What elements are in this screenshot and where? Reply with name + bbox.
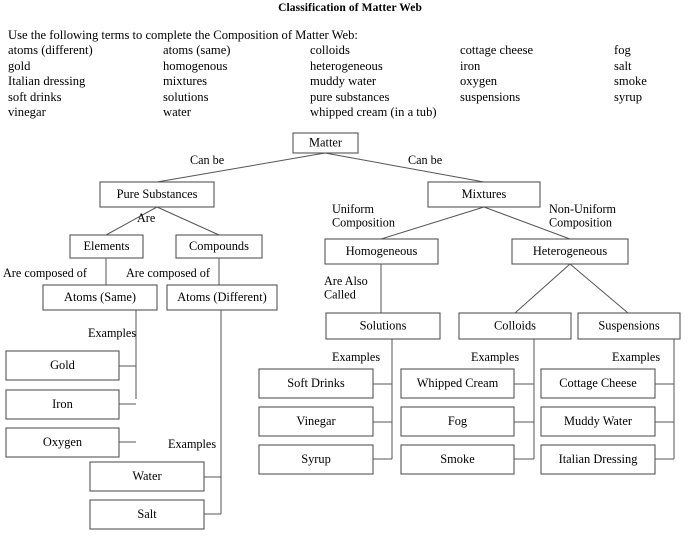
node-label-soft-drinks: Soft Drinks: [287, 376, 345, 390]
edge-label-examples-elements: Examples: [88, 326, 136, 340]
node-label-salt: Salt: [137, 507, 157, 521]
connector-pure-to-compounds: [156, 206, 220, 236]
node-label-suspensions: Suspensions: [598, 318, 659, 332]
node-oxygen: Oxygen: [5, 427, 120, 458]
node-elements: Elements: [69, 234, 144, 259]
edge-label-can-be-left: Can be: [190, 153, 224, 167]
edge-label-are-also-called: Are Also Called: [324, 274, 368, 302]
node-label-homogeneous: Homogeneous: [346, 244, 418, 258]
edge-label-non-uniform: Non-Uniform Composition: [549, 202, 617, 230]
node-smoke: Smoke: [400, 444, 515, 475]
edge-label-examples-solutions: Examples: [332, 350, 380, 364]
edge-label-composed-of-left: Are composed of: [3, 266, 88, 280]
node-solutions: Solutions: [325, 312, 441, 340]
edge-label-line: Are composed of: [126, 266, 211, 280]
edge-label-line: Are composed of: [3, 266, 88, 280]
connector-hetero-to-colloids: [514, 263, 571, 314]
node-water: Water: [89, 461, 205, 492]
node-label-oxygen: Oxygen: [43, 435, 82, 449]
node-label-iron: Iron: [52, 397, 73, 411]
edge-label-can-be-right: Can be: [408, 153, 442, 167]
node-soft-drinks: Soft Drinks: [258, 368, 374, 399]
matter-classification-diagram: Matter Pure Substances Mixtures Elements Com…: [3, 132, 681, 530]
node-muddy-water: Muddy Water: [540, 406, 656, 437]
node-atoms-same: Atoms (Same): [42, 284, 158, 311]
edge-label-line: Can be: [190, 153, 224, 167]
edge-label-are: Are: [137, 211, 155, 225]
edge-label-examples-compounds: Examples: [168, 437, 216, 451]
edge-label-uniform: Uniform Composition: [332, 202, 395, 230]
node-label-atoms-same: Atoms (Same): [64, 290, 136, 304]
edge-label-line: Are Also: [324, 274, 368, 288]
node-label-matter: Matter: [309, 135, 343, 149]
edge-label-line: Composition: [332, 216, 395, 230]
node-label-atoms-different: Atoms (Different): [177, 290, 267, 304]
node-atoms-different: Atoms (Different): [166, 284, 278, 311]
node-compounds: Compounds: [175, 234, 263, 259]
node-whipped-cream: Whipped Cream: [400, 368, 515, 399]
edge-label-line: Are: [137, 211, 155, 225]
connector-hetero-to-suspensions: [569, 263, 629, 314]
edge-label-line: Examples: [88, 326, 136, 340]
edge-label-composed-of-right: Are composed of: [126, 266, 211, 280]
node-label-mixtures: Mixtures: [462, 187, 507, 201]
node-suspensions: Suspensions: [577, 312, 681, 340]
node-salt: Salt: [89, 499, 205, 530]
node-label-pure-substances: Pure Substances: [117, 187, 198, 201]
connector-matter-to-mixtures: [324, 152, 485, 183]
edge-label-line: Uniform: [332, 202, 374, 216]
node-label-syrup: Syrup: [301, 452, 331, 466]
edge-label-line: Non-Uniform: [549, 202, 617, 216]
edge-label-examples-colloids: Examples: [471, 350, 519, 364]
node-colloids: Colloids: [458, 312, 572, 340]
edge-label-line: Examples: [168, 437, 216, 451]
node-mixtures: Mixtures: [427, 181, 541, 208]
edge-label-line: Called: [324, 288, 356, 302]
edge-label-line: Examples: [612, 350, 660, 364]
edge-label-line: Composition: [549, 216, 612, 230]
node-gold: Gold: [5, 350, 120, 381]
node-label-heterogeneous: Heterogeneous: [533, 244, 607, 258]
node-iron: Iron: [5, 389, 120, 420]
node-label-colloids: Colloids: [494, 318, 536, 332]
node-label-muddy-water: Muddy Water: [564, 414, 633, 428]
node-label-water: Water: [132, 469, 162, 483]
node-cottage-cheese: Cottage Cheese: [540, 368, 656, 399]
node-label-cottage-cheese: Cottage Cheese: [559, 376, 637, 390]
node-vinegar: Vinegar: [258, 406, 374, 437]
node-pure-substances: Pure Substances: [99, 181, 215, 208]
node-label-compounds: Compounds: [189, 239, 249, 253]
worksheet-page: Classification of Matter Web Use the fol…: [0, 0, 700, 538]
node-syrup: Syrup: [258, 444, 374, 475]
edge-label-examples-suspensions: Examples: [612, 350, 660, 364]
node-label-smoke: Smoke: [440, 452, 475, 466]
node-label-vinegar: Vinegar: [296, 414, 336, 428]
node-heterogeneous: Heterogeneous: [511, 238, 629, 265]
node-label-solutions: Solutions: [360, 318, 407, 332]
node-label-fog: Fog: [448, 414, 467, 428]
node-label-gold: Gold: [50, 358, 76, 372]
connector-mixtures-to-homo: [380, 206, 485, 240]
connector-matter-to-pure: [156, 152, 326, 183]
node-matter: Matter: [292, 132, 359, 154]
node-label-italian-dressing: Italian Dressing: [559, 452, 638, 466]
edge-label-line: Examples: [332, 350, 380, 364]
edge-label-line: Can be: [408, 153, 442, 167]
node-fog: Fog: [400, 406, 515, 437]
node-label-elements: Elements: [83, 239, 129, 253]
node-homogeneous: Homogeneous: [324, 238, 439, 265]
node-label-whipped-cream: Whipped Cream: [417, 376, 499, 390]
edge-label-line: Examples: [471, 350, 519, 364]
node-italian-dressing: Italian Dressing: [540, 444, 656, 475]
